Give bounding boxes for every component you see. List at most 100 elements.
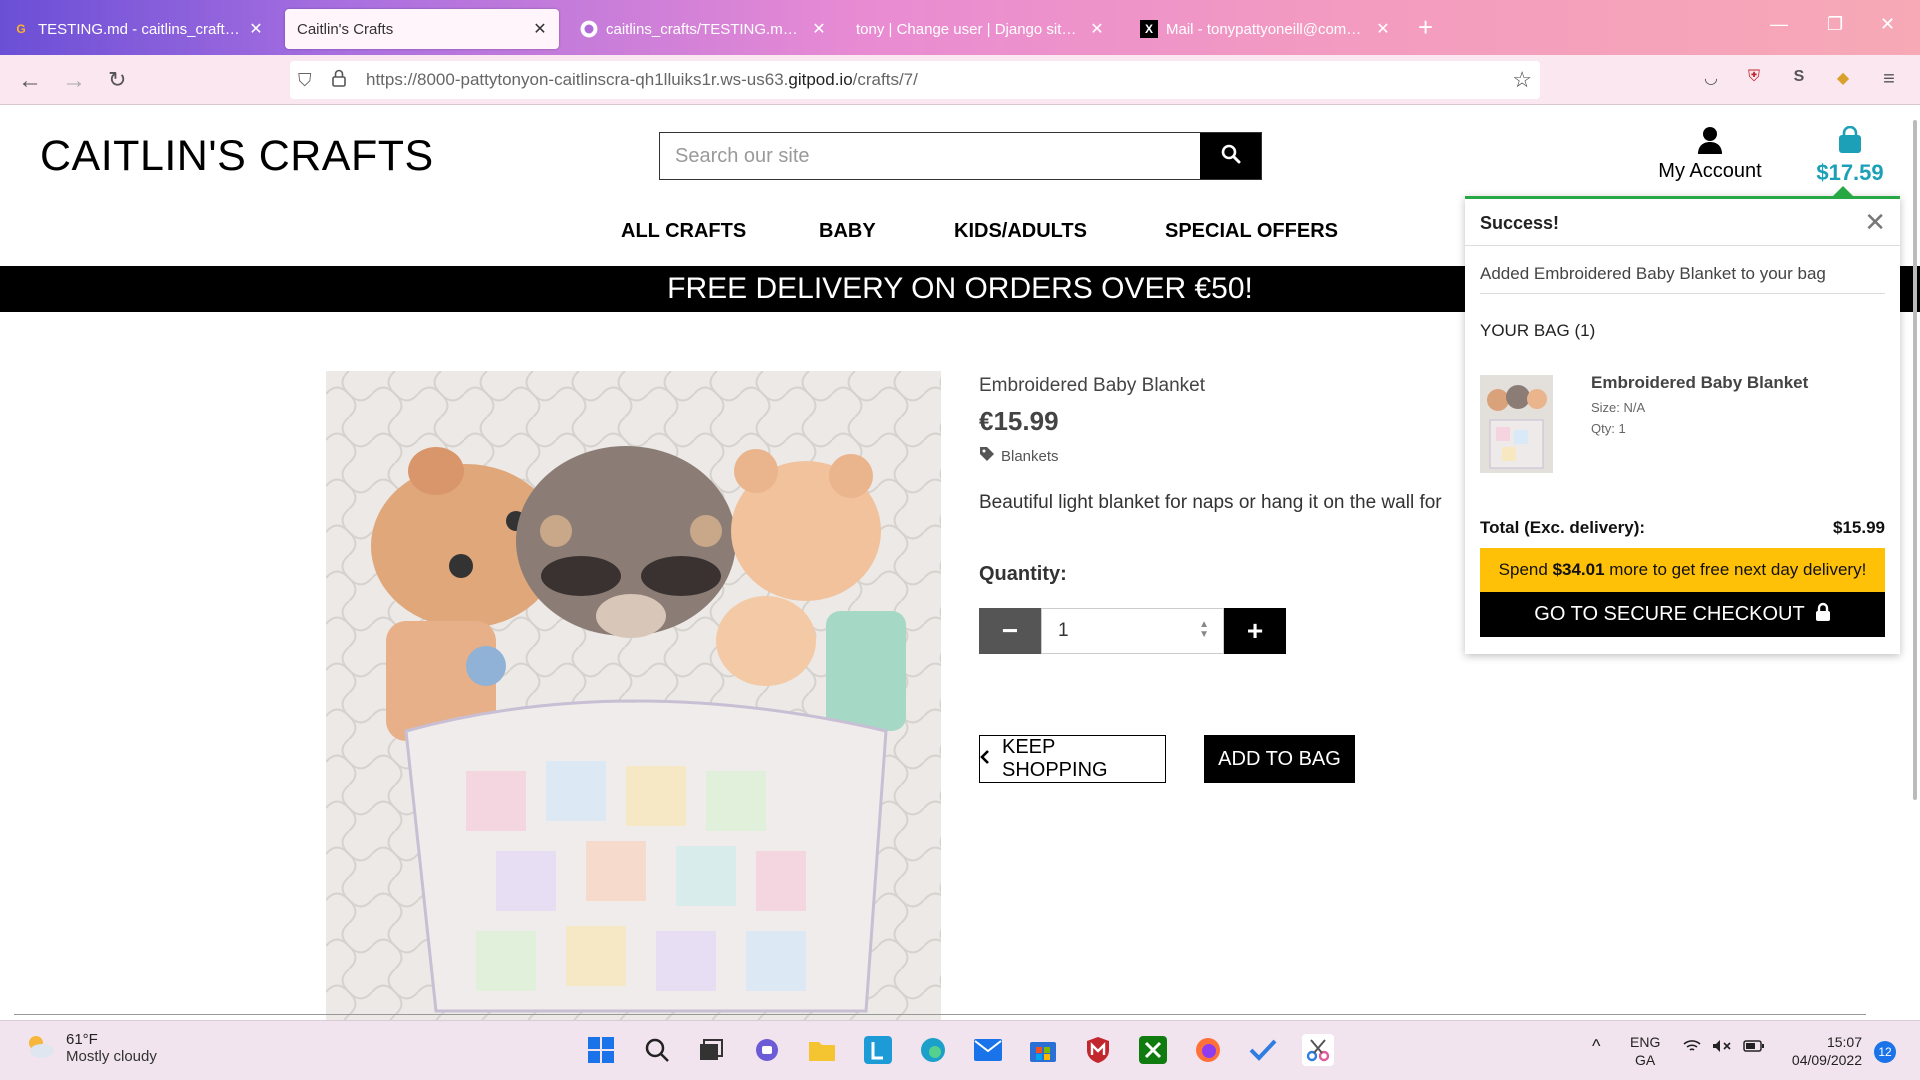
mcafee-extension-icon[interactable]: ⛨ xyxy=(1743,68,1765,90)
back-icon[interactable]: ← xyxy=(18,67,42,95)
gitpod-icon: G xyxy=(16,22,26,36)
battery-icon[interactable] xyxy=(1743,1039,1765,1057)
success-toast: Success! ✕ Added Embroidered Baby Blanke… xyxy=(1465,186,1900,654)
l-app-icon[interactable] xyxy=(862,1034,894,1066)
quantity-input[interactable]: 1 ▲ ▼ xyxy=(1041,608,1224,654)
forward-icon[interactable]: → xyxy=(62,67,86,95)
toast-arrow xyxy=(1833,186,1853,196)
s-extension-icon[interactable]: S xyxy=(1788,68,1810,90)
toast-message: Added Embroidered Baby Blanket to your b… xyxy=(1480,264,1826,283)
mail-icon[interactable] xyxy=(972,1034,1004,1066)
github-icon xyxy=(580,20,598,38)
windows-start-icon[interactable] xyxy=(585,1034,617,1066)
nav-special-offers[interactable]: SPECIAL OFFERS xyxy=(1165,220,1338,243)
product-name: Embroidered Baby Blanket xyxy=(979,375,1206,396)
quantity-label: Quantity: xyxy=(979,563,1067,585)
url-text: https://8000-pattytonyon-caitlinscra-qh1… xyxy=(366,70,918,89)
search-icon xyxy=(1221,144,1241,169)
increment-button[interactable]: + xyxy=(1224,608,1286,654)
weather-widget[interactable]: 61°F Mostly cloudy xyxy=(24,1031,157,1065)
close-icon[interactable]: ✕ xyxy=(1376,19,1390,39)
tab-django-admin[interactable]: tony | Change user | Django site adr ✕ xyxy=(844,9,1116,49)
divider xyxy=(14,1014,1866,1015)
chat-icon[interactable] xyxy=(751,1034,783,1066)
shopping-bag-link[interactable]: $17.59 xyxy=(1800,125,1900,186)
search-icon[interactable] xyxy=(641,1034,673,1066)
bookmark-star-icon[interactable]: ☆ xyxy=(1512,67,1532,93)
minimize-icon[interactable]: — xyxy=(1770,14,1788,35)
extension-badge-icon[interactable]: ◆ xyxy=(1832,68,1854,90)
mcafee-icon[interactable] xyxy=(1082,1034,1114,1066)
browser-tab-bar: G TESTING.md - caitlins_crafts - G ✕ Cai… xyxy=(0,0,1920,55)
cloudy-weather-icon xyxy=(24,1033,56,1064)
tab-github-testing[interactable]: caitlins_crafts/TESTING.md at m ✕ xyxy=(568,9,838,49)
task-view-icon[interactable] xyxy=(695,1034,727,1066)
taskbar: 61°F Mostly cloudy ^ ENG GA 15:07 04/09/… xyxy=(0,1020,1920,1080)
product-price: €15.99 xyxy=(979,406,1059,436)
search-button[interactable] xyxy=(1200,133,1261,179)
nav-kids-adults[interactable]: KIDS/ADULTS xyxy=(954,220,1087,243)
store-icon[interactable] xyxy=(1027,1034,1059,1066)
shopping-bag-icon xyxy=(1800,125,1900,156)
address-bar[interactable]: ⛉ https://8000-pattytonyon-caitlinscra-q… xyxy=(290,61,1540,99)
total-label: Total (Exc. delivery): xyxy=(1480,518,1646,537)
bag-item-qty: Qty: 1 xyxy=(1591,421,1626,436)
search-form xyxy=(659,132,1262,180)
tab-caitlins-crafts[interactable]: Caitlin's Crafts ✕ xyxy=(285,9,559,49)
chevron-up-icon[interactable]: ^ xyxy=(1592,1037,1600,1055)
close-icon[interactable]: ✕ xyxy=(1864,207,1886,238)
tab-mail[interactable]: X Mail - tonypattyoneill@comcas ✕ xyxy=(1128,9,1402,49)
add-to-bag-button[interactable]: ADD TO BAG xyxy=(1204,735,1355,783)
bag-total: $17.59 xyxy=(1816,160,1884,185)
muted-volume-icon[interactable] xyxy=(1712,1039,1732,1057)
product-description: Beautiful light blanket for naps or hang… xyxy=(979,492,1442,513)
divider xyxy=(1480,293,1885,294)
snipping-tool-icon[interactable] xyxy=(1302,1034,1334,1066)
bag-item-thumbnail xyxy=(1480,375,1553,473)
notification-badge[interactable]: 12 xyxy=(1874,1041,1896,1063)
xbox-icon[interactable] xyxy=(1137,1034,1169,1066)
decrement-button[interactable]: − xyxy=(979,608,1041,654)
search-input[interactable] xyxy=(660,133,1200,179)
keep-shopping-button[interactable]: KEEP SHOPPING xyxy=(979,735,1166,783)
wifi-icon[interactable] xyxy=(1683,1039,1701,1057)
tab-testing-md[interactable]: G TESTING.md - caitlins_crafts - G ✕ xyxy=(0,9,275,49)
divider xyxy=(1465,245,1900,246)
close-icon[interactable]: ✕ xyxy=(812,19,826,39)
lock-icon xyxy=(1815,602,1831,628)
bag-item-size: Size: N/A xyxy=(1591,400,1646,415)
file-explorer-icon[interactable] xyxy=(806,1034,838,1066)
firefox-icon[interactable] xyxy=(1192,1034,1224,1066)
my-account-link[interactable]: My Account xyxy=(1650,126,1770,183)
reload-icon[interactable]: ↻ xyxy=(108,67,126,93)
total-value: $15.99 xyxy=(1833,518,1885,537)
nav-baby[interactable]: BABY xyxy=(819,220,876,243)
todo-icon[interactable] xyxy=(1247,1034,1279,1066)
product-category-link[interactable]: Blankets xyxy=(979,446,1059,466)
spinner-icon[interactable]: ▲ ▼ xyxy=(1199,620,1209,640)
secure-checkout-button[interactable]: GO TO SECURE CHECKOUT xyxy=(1480,592,1885,637)
close-icon[interactable]: ✕ xyxy=(249,19,263,39)
close-icon[interactable]: ✕ xyxy=(533,19,547,39)
tag-icon xyxy=(979,446,995,466)
menu-icon[interactable]: ≡ xyxy=(1878,68,1900,90)
nav-all-crafts[interactable]: ALL CRAFTS xyxy=(621,220,746,243)
x-mail-icon: X xyxy=(1140,20,1158,38)
site-logo[interactable]: CAITLIN'S CRAFTS xyxy=(40,132,434,181)
shield-icon[interactable]: ⛉ xyxy=(298,70,312,91)
pocket-icon[interactable]: ◡ xyxy=(1700,68,1722,90)
chevron-left-icon xyxy=(980,748,990,771)
plus-icon: + xyxy=(1246,615,1264,646)
lock-icon[interactable] xyxy=(332,69,346,92)
minus-icon: − xyxy=(1001,615,1019,646)
page-scrollbar[interactable] xyxy=(1913,120,1917,800)
close-window-icon[interactable]: ✕ xyxy=(1880,14,1895,35)
restore-icon[interactable]: ❐ xyxy=(1827,14,1843,35)
clock[interactable]: 15:07 04/09/2022 xyxy=(1782,1033,1862,1069)
new-tab-icon[interactable]: + xyxy=(1418,12,1433,43)
language-indicator[interactable]: ENG GA xyxy=(1630,1033,1660,1069)
bag-item-name: Embroidered Baby Blanket xyxy=(1591,373,1809,392)
edge-browser-icon[interactable] xyxy=(917,1034,949,1066)
weather-condition: Mostly cloudy xyxy=(66,1048,157,1065)
close-icon[interactable]: ✕ xyxy=(1090,19,1104,39)
